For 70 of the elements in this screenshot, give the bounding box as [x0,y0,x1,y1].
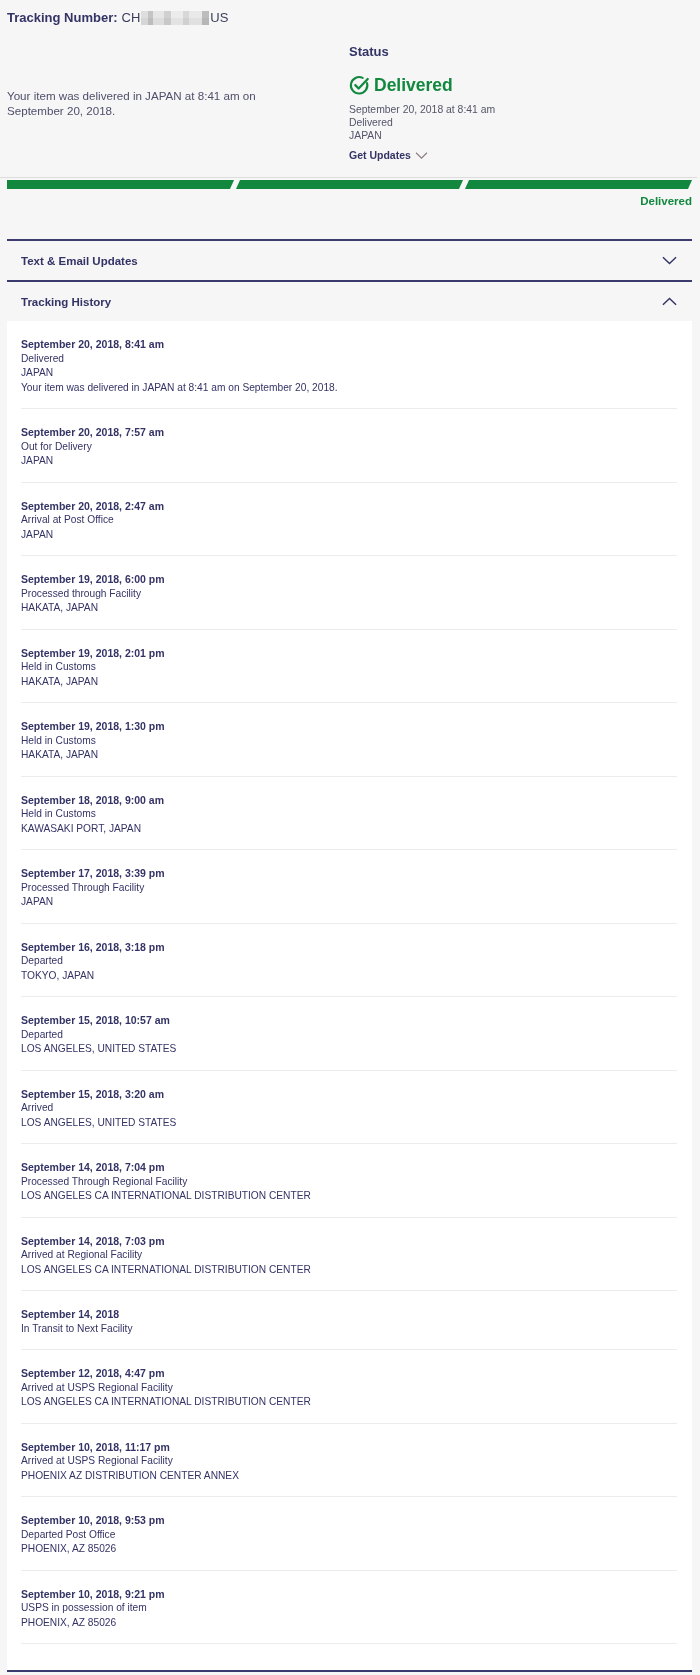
event-location: JAPAN [21,454,54,468]
event-status: Arrived at Regional Facility [21,1248,143,1262]
accordion-header[interactable]: Text & Email Updates [7,239,692,280]
event-date: September 15, 2018, 3:20 am [21,1086,164,1101]
event-status: Processed Through Regional Facility [21,1174,188,1189]
event-location: LOS ANGELES CA INTERNATIONAL DISTRIBUTION CENTER [21,1189,311,1203]
event-location: PHOENIX AZ DISTRIBUTION CENTER ANNEX [21,1468,239,1483]
event-status: Delivered [21,351,65,366]
tracking-number-text: US [210,10,229,26]
event-status: Departed [21,1027,63,1042]
event-location: LOS ANGELES CA INTERNATIONAL DISTRIBUTION CENTER [21,1262,311,1277]
event-location: JAPAN [21,527,54,542]
tracking-number-label: Tracking Number: [7,10,118,26]
event-status: Arrived [21,1101,54,1115]
event-status: Processed Through Facility [21,880,145,895]
chevron-down-icon [662,256,677,265]
progress-label: Delivered [640,194,692,208]
chevron-up-icon [662,297,677,306]
event-status: Out for Delivery [21,439,92,454]
event-status: Arrival at Post Office [21,513,114,527]
status-location: JAPAN [349,129,382,142]
event-date: September 10, 2018, 9:21 pm [21,1586,165,1601]
delivery-summary: Your item was delivered in JAPAN at 8:41 am on September 20, 2018. [7,87,257,118]
event-status: Held in Customs [21,733,96,748]
tracking-number-text: CH [121,10,141,26]
event-date: September 19, 2018, 2:01 pm [21,645,165,660]
status-text: Delivered [374,74,453,97]
event-status: Arrived at USPS Regional Facility [21,1380,173,1395]
status-heading: Status [349,43,389,61]
event-status: Departed Post Office [21,1527,116,1542]
event-date: September 20, 2018, 7:57 am [21,425,164,440]
event-note: Your item was delivered in JAPAN at 8:41 am on September 20, 2018. [21,380,338,395]
event-location: KAWASAKI PORT, JAPAN [21,821,141,836]
event-date: September 19, 2018, 6:00 pm [21,572,165,587]
event-date: September 14, 2018 [21,1307,120,1322]
event-date: September 19, 2018, 1:30 pm [21,719,165,734]
event-date: September 14, 2018, 7:04 pm [21,1160,165,1175]
event-location: PHOENIX, AZ 85026 [21,1542,117,1556]
event-location: LOS ANGELES, UNITED STATES [21,1115,177,1130]
event-date: September 20, 2018, 2:47 am [21,498,164,513]
event-status: Departed [21,954,63,968]
event-location: HAKATA, JAPAN [21,601,98,615]
event-date: September 17, 2018, 3:39 pm [21,866,165,881]
event-date: September 10, 2018, 9:53 pm [21,1513,165,1528]
event-status: Held in Customs [21,807,96,821]
event-location: PHOENIX, AZ 85026 [21,1615,117,1630]
event-location: LOS ANGELES CA INTERNATIONAL DISTRIBUTION CENTER [21,1395,311,1409]
event-location: TOKYO, JAPAN [21,968,95,983]
event-date: September 15, 2018, 10:57 am [21,1013,170,1028]
event-status: Processed through Facility [21,586,142,601]
event-date: September 10, 2018, 11:17 pm [21,1439,170,1454]
event-location: JAPAN [21,366,54,380]
event-date: September 18, 2018, 9:00 am [21,792,164,807]
event-status: USPS in possession of item [21,1601,147,1615]
status-date: September 20, 2018 at 8:41 am [349,103,496,116]
event-date: September 12, 2018, 4:47 pm [21,1366,165,1381]
chevron-down-icon [414,151,428,159]
status-event: Delivered [349,116,393,129]
event-location: JAPAN [21,895,54,909]
check-circle-icon [349,74,370,96]
event-status: In Transit to Next Facility [21,1321,133,1336]
event-location: HAKATA, JAPAN [21,748,98,762]
event-status: Held in Customs [21,660,96,674]
event-location: LOS ANGELES, UNITED STATES [21,1042,177,1056]
event-status: Arrived at USPS Regional Facility [21,1454,173,1468]
event-date: September 14, 2018, 7:03 pm [21,1233,165,1248]
event-location: HAKATA, JAPAN [21,674,98,689]
event-date: September 16, 2018, 3:18 pm [21,939,165,954]
event-date: September 20, 2018, 8:41 am [21,337,164,352]
get-updates-link[interactable]: Get Updates [349,148,428,162]
